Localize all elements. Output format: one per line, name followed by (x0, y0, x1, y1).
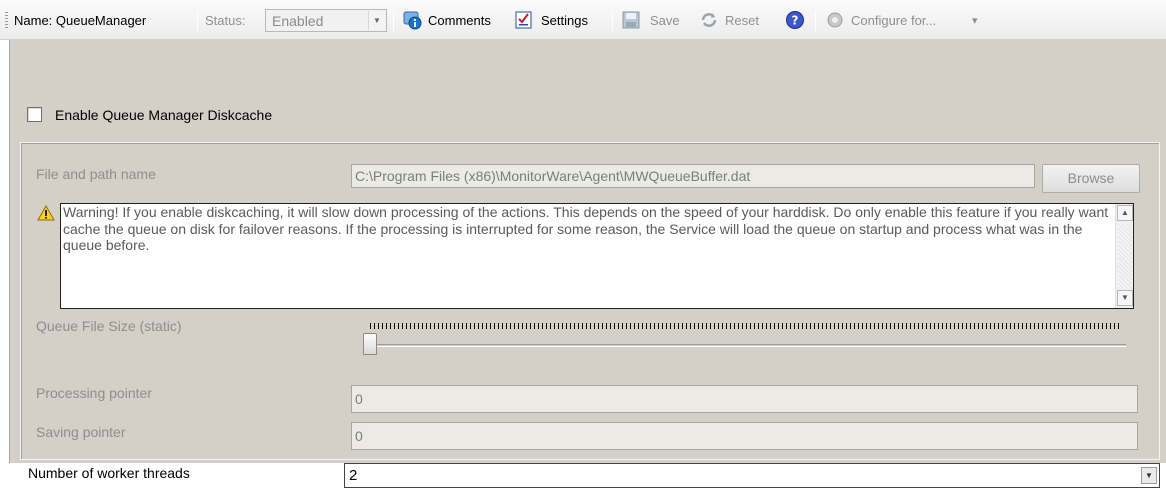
warning-icon (37, 205, 55, 221)
configure-for-button[interactable]: Configure for... (851, 12, 936, 30)
saving-pointer-input[interactable]: 0 (351, 422, 1138, 450)
toolbar-separator (197, 10, 198, 31)
browse-button[interactable]: Browse (1042, 164, 1140, 193)
processing-pointer-input[interactable]: 0 (351, 385, 1138, 413)
file-path-label: File and path name (36, 166, 156, 182)
worker-threads-value: 2 (349, 467, 358, 484)
queue-size-label: Queue File Size (static) (36, 318, 182, 334)
reset-button[interactable]: Reset (725, 12, 759, 30)
file-path-input[interactable]: C:\Program Files (x86)\MonitorWare\Agent… (351, 164, 1035, 188)
scrollbar-track[interactable] (1118, 224, 1132, 288)
warning-text: Warning! If you enable diskcaching, it w… (63, 204, 1109, 253)
scroll-down-icon[interactable]: ▼ (1117, 290, 1133, 306)
comments-button[interactable]: Comments (428, 12, 491, 30)
configure-icon[interactable] (825, 10, 845, 30)
diskcache-checkbox-label: Enable Queue Manager Diskcache (55, 107, 273, 123)
toolbar-separator (393, 10, 394, 31)
toolbar: Name: QueueManager Status: Enabled ▼ Com… (0, 0, 1166, 40)
settings-button[interactable]: Settings (541, 12, 588, 30)
toolbar-separator (815, 10, 816, 31)
chevron-down-icon[interactable]: ▼ (1141, 467, 1157, 484)
warning-scrollbar[interactable]: ▲ ▼ (1115, 204, 1133, 308)
worker-threads-select[interactable]: 2 ▼ (344, 463, 1160, 488)
scroll-up-icon[interactable]: ▲ (1117, 205, 1133, 221)
comments-icon[interactable] (403, 10, 423, 30)
status-value: Enabled (272, 13, 324, 29)
queue-size-slider[interactable] (370, 344, 1126, 347)
processing-pointer-label: Processing pointer (36, 385, 152, 401)
status-label: Status: (205, 13, 246, 28)
name-label: Name: QueueManager (14, 13, 147, 28)
worker-threads-label: Number of worker threads (28, 465, 190, 481)
warning-textbox[interactable]: Warning! If you enable diskcaching, it w… (60, 203, 1134, 309)
svg-text:?: ? (792, 14, 799, 28)
queue-size-slider-thumb[interactable] (363, 333, 377, 355)
settings-icon[interactable] (514, 10, 534, 30)
toolbar-separator (612, 10, 613, 31)
saving-pointer-label: Saving pointer (36, 424, 126, 440)
save-icon[interactable] (621, 10, 641, 30)
save-button[interactable]: Save (650, 12, 680, 30)
slider-ticks (370, 323, 1120, 329)
help-icon[interactable]: ? (785, 10, 805, 30)
toolbar-grip[interactable] (5, 12, 8, 28)
diskcache-checkbox[interactable] (27, 107, 42, 122)
reset-icon[interactable] (699, 10, 719, 30)
chevron-down-icon[interactable]: ▼ (368, 11, 385, 30)
status-select[interactable]: Enabled ▼ (265, 9, 387, 32)
chevron-down-icon[interactable]: ▾ (972, 12, 978, 30)
